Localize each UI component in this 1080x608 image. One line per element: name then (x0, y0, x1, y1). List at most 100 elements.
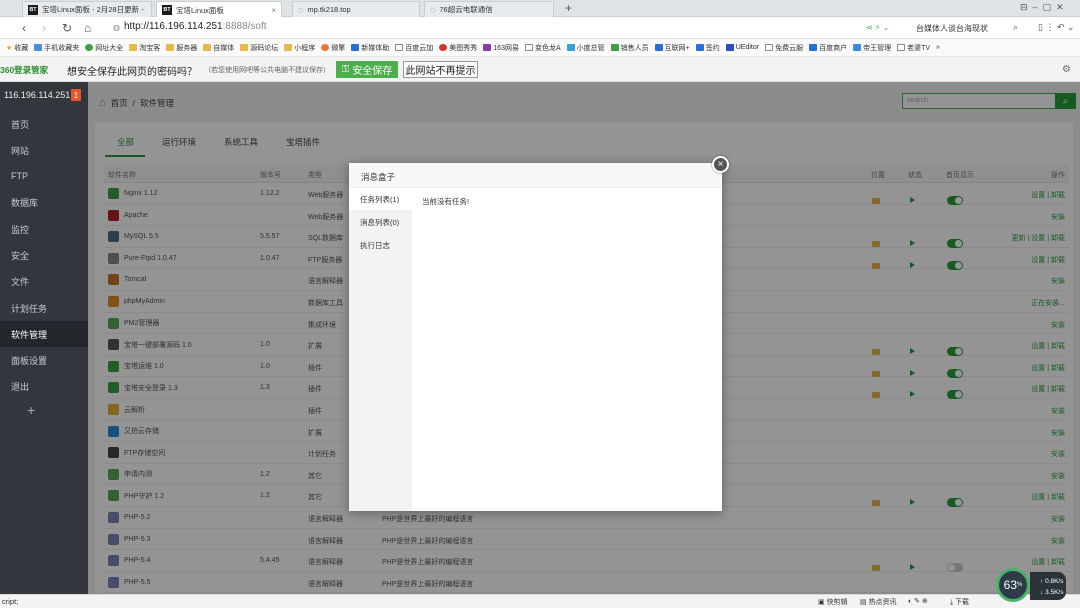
new-tab-button[interactable]: + (565, 1, 572, 15)
bt-icon: BT (28, 4, 38, 15)
bookmark-item[interactable]: 自媒体 (203, 43, 234, 53)
add-icon[interactable]: + (27, 402, 35, 418)
bookmark-item[interactable]: 小度总管 (566, 43, 605, 53)
bookmark-label: 免费云服 (775, 44, 804, 52)
sidebar-item-website[interactable]: 网站 (0, 137, 88, 163)
search-suggestion[interactable]: 台媒体人谈台海现状 (916, 23, 988, 34)
sidebar-item-label: 软件管理 (11, 329, 48, 340)
sidebar-item-label: 网站 (11, 145, 30, 156)
bookmark-item[interactable]: 网址大全 (85, 43, 123, 53)
status-tools-icons[interactable]: ◐ ✎ ⊕ (908, 597, 928, 605)
page-icon: ◍ (113, 23, 120, 32)
bookmark-label: 自媒体 (213, 44, 235, 52)
browser-tab-1[interactable]: BT 宝塔Linux面板 - 2月28日更新 - (22, 1, 152, 17)
modal-tab-tasks[interactable]: 任务列表(1) (349, 188, 412, 210)
sidebar-item-settings[interactable]: 面板设置 (0, 347, 88, 373)
save-password-label: 安全保存 (352, 66, 393, 77)
bookmark-label: 老婆TV (907, 44, 931, 52)
bookmark-label: 签约 (705, 44, 720, 52)
bookmark-label: 网址大全 (95, 44, 124, 52)
page-icon (765, 44, 774, 51)
message-box-modal: 消息盒子 任务列表(1) 消息列表(0) 执行日志 当前没有任务! (349, 163, 722, 511)
bookmark-item[interactable]: 互联网+ (654, 43, 690, 53)
cloud-icon (395, 44, 404, 51)
menu-icons[interactable]: ▯ ⋮ ↶ ⌄ (1038, 22, 1075, 33)
sidebar-item-database[interactable]: 数据库 (0, 189, 88, 215)
bookmark-label: 手机收藏夹 (44, 44, 80, 52)
save-password-button[interactable]: ⚿ 安全保存 (336, 61, 398, 78)
browser-tab-3[interactable]: ◌ mp.tk218.top (292, 1, 420, 17)
sidebar: 116.196.114.251 1 首页 网站 FTP 数据库 监控 安全 文件… (0, 82, 88, 594)
sidebar-item-files[interactable]: 文件 (0, 268, 88, 294)
360-logo: 360登录管家 (0, 65, 49, 75)
bookmark-item[interactable]: 源码论坛 (240, 43, 278, 53)
sidebar-item-cron[interactable]: 计划任务 (0, 295, 88, 321)
bookmark-item[interactable]: 帝王管理 (853, 43, 891, 53)
sidebar-item-security[interactable]: 安全 (0, 242, 88, 268)
bookmark-item[interactable]: 微擎 (321, 43, 345, 53)
bookmark-item[interactable]: UEditor (725, 44, 759, 51)
site-icon (695, 44, 704, 51)
status-label: 热点资讯 (868, 599, 897, 606)
browser-tab-label: 宝塔Linux面板 (176, 5, 224, 15)
bookmark-item[interactable]: 163网易 (483, 43, 519, 53)
site-icon (566, 44, 575, 51)
gear-icon[interactable]: ⚙ (1062, 64, 1071, 75)
sidebar-item-logout[interactable]: 退出 (0, 373, 88, 399)
bookmark-item[interactable]: 新媒体助 (351, 43, 389, 53)
browser-tab-4[interactable]: ◌ 76超云电联通信 (424, 1, 554, 17)
bookmark-item[interactable]: ★ 收藏 (6, 43, 28, 53)
window-controls[interactable]: ⊟ – ▢ ✕ (1020, 2, 1064, 13)
reload-icon[interactable]: ↻ (62, 21, 72, 35)
sidebar-item-monitor[interactable]: 监控 (0, 216, 88, 242)
bookmark-item[interactable]: 小程序 (284, 43, 315, 53)
status-item-news[interactable]: ▤ 热点资讯 (860, 597, 897, 607)
forward-icon[interactable]: › (42, 21, 46, 35)
bookmark-item[interactable]: 签约 (695, 43, 720, 53)
bookmark-item[interactable]: 服务器 (166, 43, 197, 53)
browser-tab-2[interactable]: BT 宝塔Linux面板 × (156, 1, 282, 18)
bookmark-item[interactable]: 百度商户 (809, 43, 847, 53)
bookmark-item[interactable]: 变色龙A (524, 43, 561, 53)
bookmark-item[interactable]: 手机收藏夹 (34, 43, 79, 53)
never-prompt-button[interactable]: 此网站不再提示 (403, 61, 478, 78)
bookmark-item[interactable]: 销售人员 (610, 43, 649, 53)
modal-tab-log[interactable]: 执行日志 (349, 234, 412, 256)
sidebar-item-ftp[interactable]: FTP (0, 163, 88, 189)
network-speed: ↑ 0.8K/s ↓ 3.5K/s (1030, 572, 1066, 600)
browser-tab-label: 宝塔Linux面板 - 2月28日更新 - (42, 5, 144, 14)
modal-tab-messages[interactable]: 消息列表(0) (349, 211, 412, 233)
home-icon[interactable]: ⌂ (84, 21, 91, 35)
bookmark-item[interactable]: 淘宝客 (129, 43, 160, 53)
more-bookmarks-button[interactable]: » (936, 44, 940, 51)
site-icon (610, 44, 619, 51)
sidebar-item-home[interactable]: 首页 (0, 111, 88, 137)
url-field[interactable]: http://116.196.114.251:8888/soft (124, 21, 267, 32)
sidebar-item-label: 退出 (11, 381, 30, 392)
site-icon (85, 44, 94, 51)
key-icon: ⚿ (341, 64, 350, 75)
close-tab-icon[interactable]: × (271, 6, 276, 15)
bookmark-label: 小程序 (294, 44, 316, 52)
cpu-gauge[interactable]: 63% (996, 568, 1030, 602)
bookmark-label: 服务器 (176, 44, 198, 52)
bookmark-label: 淘宝客 (139, 44, 161, 52)
bookmark-label: 互联网+ (664, 44, 690, 52)
status-item-download[interactable]: ⤓ 下载 (950, 597, 969, 607)
bookmark-item[interactable]: 美图秀秀 (439, 43, 477, 53)
status-item-clip[interactable]: ▣ 快剪辑 (818, 597, 848, 607)
sidebar-item-label: 文件 (11, 276, 30, 287)
bookmark-item[interactable]: 老婆TV (897, 43, 930, 53)
server-ip: 116.196.114.251 (4, 90, 71, 100)
share-icon[interactable]: ⋖ ⚡ ⌄ (866, 23, 889, 32)
close-icon[interactable]: × (712, 156, 729, 173)
back-icon[interactable]: ‹ (22, 21, 26, 35)
bookmark-item[interactable]: 百度云加 (395, 43, 433, 53)
notification-badge[interactable]: 1 (71, 89, 81, 101)
bookmarks-bar: ★ 收藏 手机收藏夹 网址大全 淘宝客 服务器 自媒体 源码论坛 小程序 微擎 新… (0, 39, 1080, 57)
status-label: 下载 (955, 599, 970, 606)
bookmark-item[interactable]: 免费云服 (765, 43, 803, 53)
search-icon[interactable]: ⌕ (1013, 22, 1018, 33)
site-icon (483, 44, 492, 51)
sidebar-item-software[interactable]: 软件管理 (0, 321, 88, 347)
